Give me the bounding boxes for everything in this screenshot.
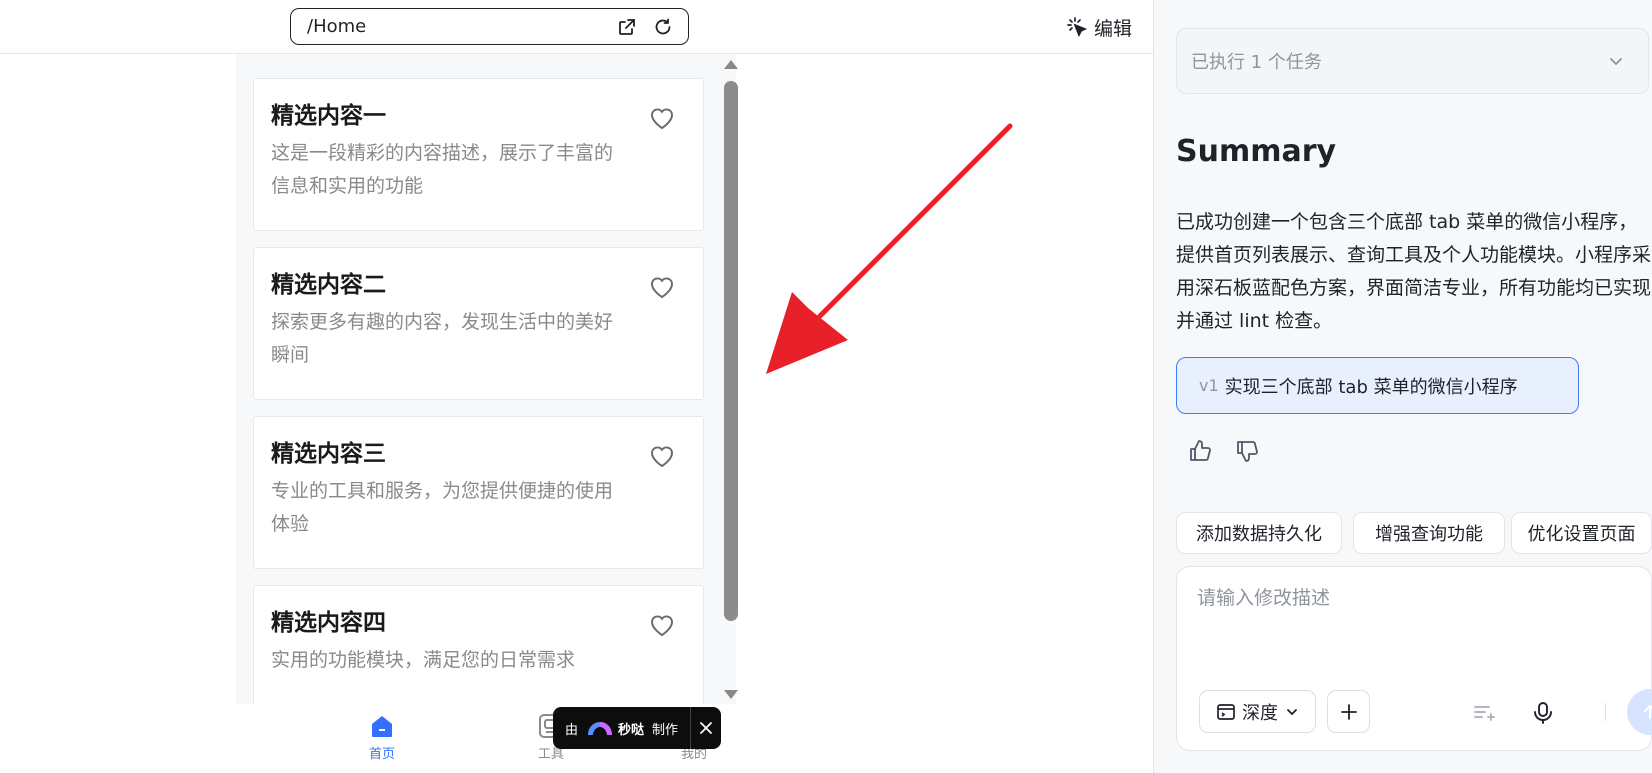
- plus-icon: [1340, 703, 1357, 720]
- terminal-icon: [1217, 703, 1235, 720]
- refresh-icon[interactable]: [652, 16, 674, 38]
- version-text: 实现三个底部 tab 菜单的微信小程序: [1224, 376, 1518, 398]
- preview-topbar: /Home 编辑: [0, 0, 1153, 54]
- version-chip[interactable]: v1 实现三个底部 tab 菜单的微信小程序: [1176, 357, 1579, 414]
- home-icon: [372, 716, 392, 737]
- miaoda-logo-icon: [588, 722, 613, 735]
- summary-body: 已成功创建一个包含三个底部 tab 菜单的微信小程序，提供首页列表展示、查询工具…: [1176, 211, 1652, 332]
- card-title: 精选内容一: [271, 103, 386, 129]
- heart-icon[interactable]: [647, 272, 677, 302]
- heart-icon[interactable]: [647, 610, 677, 640]
- badge-by: 由: [565, 722, 579, 738]
- suggestion-chip[interactable]: 添加数据持久化: [1176, 512, 1342, 554]
- card-desc: 这是一段精彩的内容描述，展示了丰富的信息和实用的功能: [271, 142, 614, 197]
- made-by-badge: 由 秒哒 制作: [553, 707, 721, 749]
- content-card[interactable]: 精选内容四 实用的功能模块，满足您的日常需求: [253, 585, 704, 704]
- mode-label: 深度: [1242, 702, 1278, 724]
- tab-home[interactable]: 首页: [337, 712, 427, 762]
- scroll-up-arrow-icon[interactable]: [724, 60, 738, 69]
- heart-icon[interactable]: [647, 441, 677, 471]
- open-external-icon[interactable]: [616, 16, 638, 38]
- chevron-down-icon: [1610, 58, 1622, 66]
- toolbar-divider: [1605, 703, 1606, 721]
- heart-icon[interactable]: [647, 103, 677, 133]
- mode-select[interactable]: 深度: [1199, 690, 1316, 733]
- edit-button[interactable]: 编辑: [1066, 14, 1132, 40]
- card-desc: 探索更多有趣的内容，发现生活中的美好瞬间: [271, 311, 614, 366]
- card-desc: 专业的工具和服务，为您提供便捷的使用体验: [271, 480, 614, 535]
- content-card[interactable]: 精选内容三 专业的工具和服务，为您提供便捷的使用体验: [253, 416, 704, 569]
- preview-area: /Home 编辑 精选内容一 这是一段精彩的内容描述，展示了丰富的信息和实用的功…: [0, 0, 1153, 773]
- version-tag: v1: [1199, 376, 1219, 395]
- prompt-enhance-icon[interactable]: [1471, 700, 1497, 726]
- task-summary-text: 已执行 1 个任务: [1191, 52, 1322, 73]
- edit-label: 编辑: [1094, 17, 1133, 40]
- close-icon[interactable]: [691, 721, 721, 735]
- send-button[interactable]: [1627, 689, 1652, 735]
- scroll-thumb[interactable]: [724, 81, 738, 621]
- scroll-down-arrow-icon[interactable]: [724, 690, 738, 699]
- content-card[interactable]: 精选内容一 这是一段精彩的内容描述，展示了丰富的信息和实用的功能: [253, 78, 704, 231]
- content-card[interactable]: 精选内容二 探索更多有趣的内容，发现生活中的美好瞬间: [253, 247, 704, 400]
- sparkle-cursor-icon: [1067, 17, 1088, 38]
- red-arrow-icon: [766, 123, 1013, 374]
- add-attachment-button[interactable]: [1327, 690, 1370, 733]
- task-summary-dropdown[interactable]: 已执行 1 个任务: [1176, 28, 1649, 94]
- badge-name: 秒哒: [618, 722, 645, 738]
- summary-title: Summary: [1176, 134, 1337, 169]
- scrollbar[interactable]: [721, 58, 741, 704]
- prompt-input-box: 深度: [1176, 566, 1652, 751]
- arrow-up-icon: [1644, 705, 1652, 719]
- thumbs-down-icon[interactable]: [1234, 438, 1260, 464]
- suggestion-chip[interactable]: 增强查询功能: [1353, 512, 1505, 554]
- thumbs-up-icon[interactable]: [1187, 438, 1213, 464]
- url-text: /Home: [307, 16, 367, 37]
- tab-label: 首页: [368, 747, 395, 762]
- badge-make: 制作: [652, 722, 679, 738]
- microphone-icon[interactable]: [1530, 700, 1556, 726]
- suggestion-chip[interactable]: 优化设置页面: [1511, 512, 1652, 554]
- prompt-input[interactable]: [1197, 583, 1637, 643]
- card-title: 精选内容三: [271, 441, 386, 467]
- url-bar[interactable]: /Home: [290, 8, 689, 45]
- chevron-down-icon: [1287, 708, 1297, 715]
- card-title: 精选内容四: [271, 610, 386, 636]
- assistant-panel: 已执行 1 个任务 Summary 已成功创建一个包含三个底部 tab 菜单的微…: [1154, 0, 1652, 773]
- card-title: 精选内容二: [271, 272, 386, 298]
- card-desc: 实用的功能模块，满足您的日常需求: [271, 649, 576, 671]
